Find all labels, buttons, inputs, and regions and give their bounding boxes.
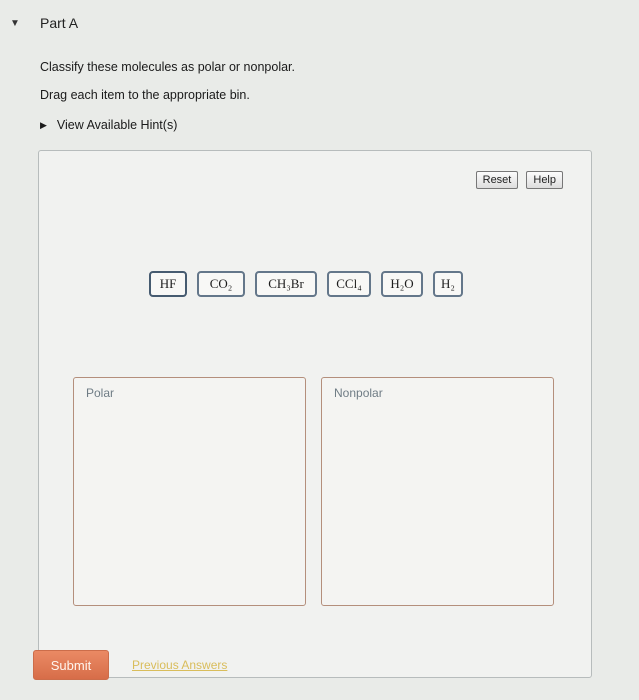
polar-bin-label: Polar [86, 386, 115, 400]
submit-button[interactable]: Submit [33, 650, 109, 680]
hint-arrow-icon: ▶ [40, 119, 47, 130]
molecule-tile-co2[interactable]: CO₂ [197, 271, 245, 297]
hint-label: View Available Hint(s) [56, 118, 178, 132]
molecule-tile-h2[interactable]: H₂ [433, 271, 463, 297]
instruction-line-2: Drag each item to the appropriate bin. [40, 88, 250, 102]
part-title: Part A [40, 15, 79, 31]
reset-button[interactable]: Reset [475, 171, 519, 189]
help-button[interactable]: Help [526, 171, 563, 189]
nonpolar-bin-label: Nonpolar [334, 386, 383, 400]
collapse-part-icon[interactable]: ▼ [8, 17, 22, 31]
molecule-tile-bank: HF CO₂ CH₃Br CCl₄ H₂O H₂ [149, 271, 463, 297]
hint-toggle[interactable]: ▶ View Available Hint(s) [40, 118, 177, 132]
molecule-tile-ccl4[interactable]: CCl₄ [327, 271, 371, 297]
nonpolar-drop-bin[interactable]: Nonpolar [321, 377, 554, 606]
drag-drop-workspace: Reset Help HF CO₂ CH₃Br CCl₄ H₂O H₂ Pola… [38, 150, 592, 678]
instruction-line-1: Classify these molecules as polar or non… [40, 60, 295, 74]
classification-bins: Polar Nonpolar [73, 377, 554, 606]
molecule-tile-h2o[interactable]: H₂O [381, 271, 423, 297]
molecule-tile-ch3br[interactable]: CH₃Br [255, 271, 317, 297]
polar-drop-bin[interactable]: Polar [73, 377, 306, 606]
previous-answers-link[interactable]: Previous Answers [132, 658, 227, 672]
workspace-toolbar: Reset Help [475, 171, 563, 189]
molecule-tile-hf[interactable]: HF [149, 271, 187, 297]
